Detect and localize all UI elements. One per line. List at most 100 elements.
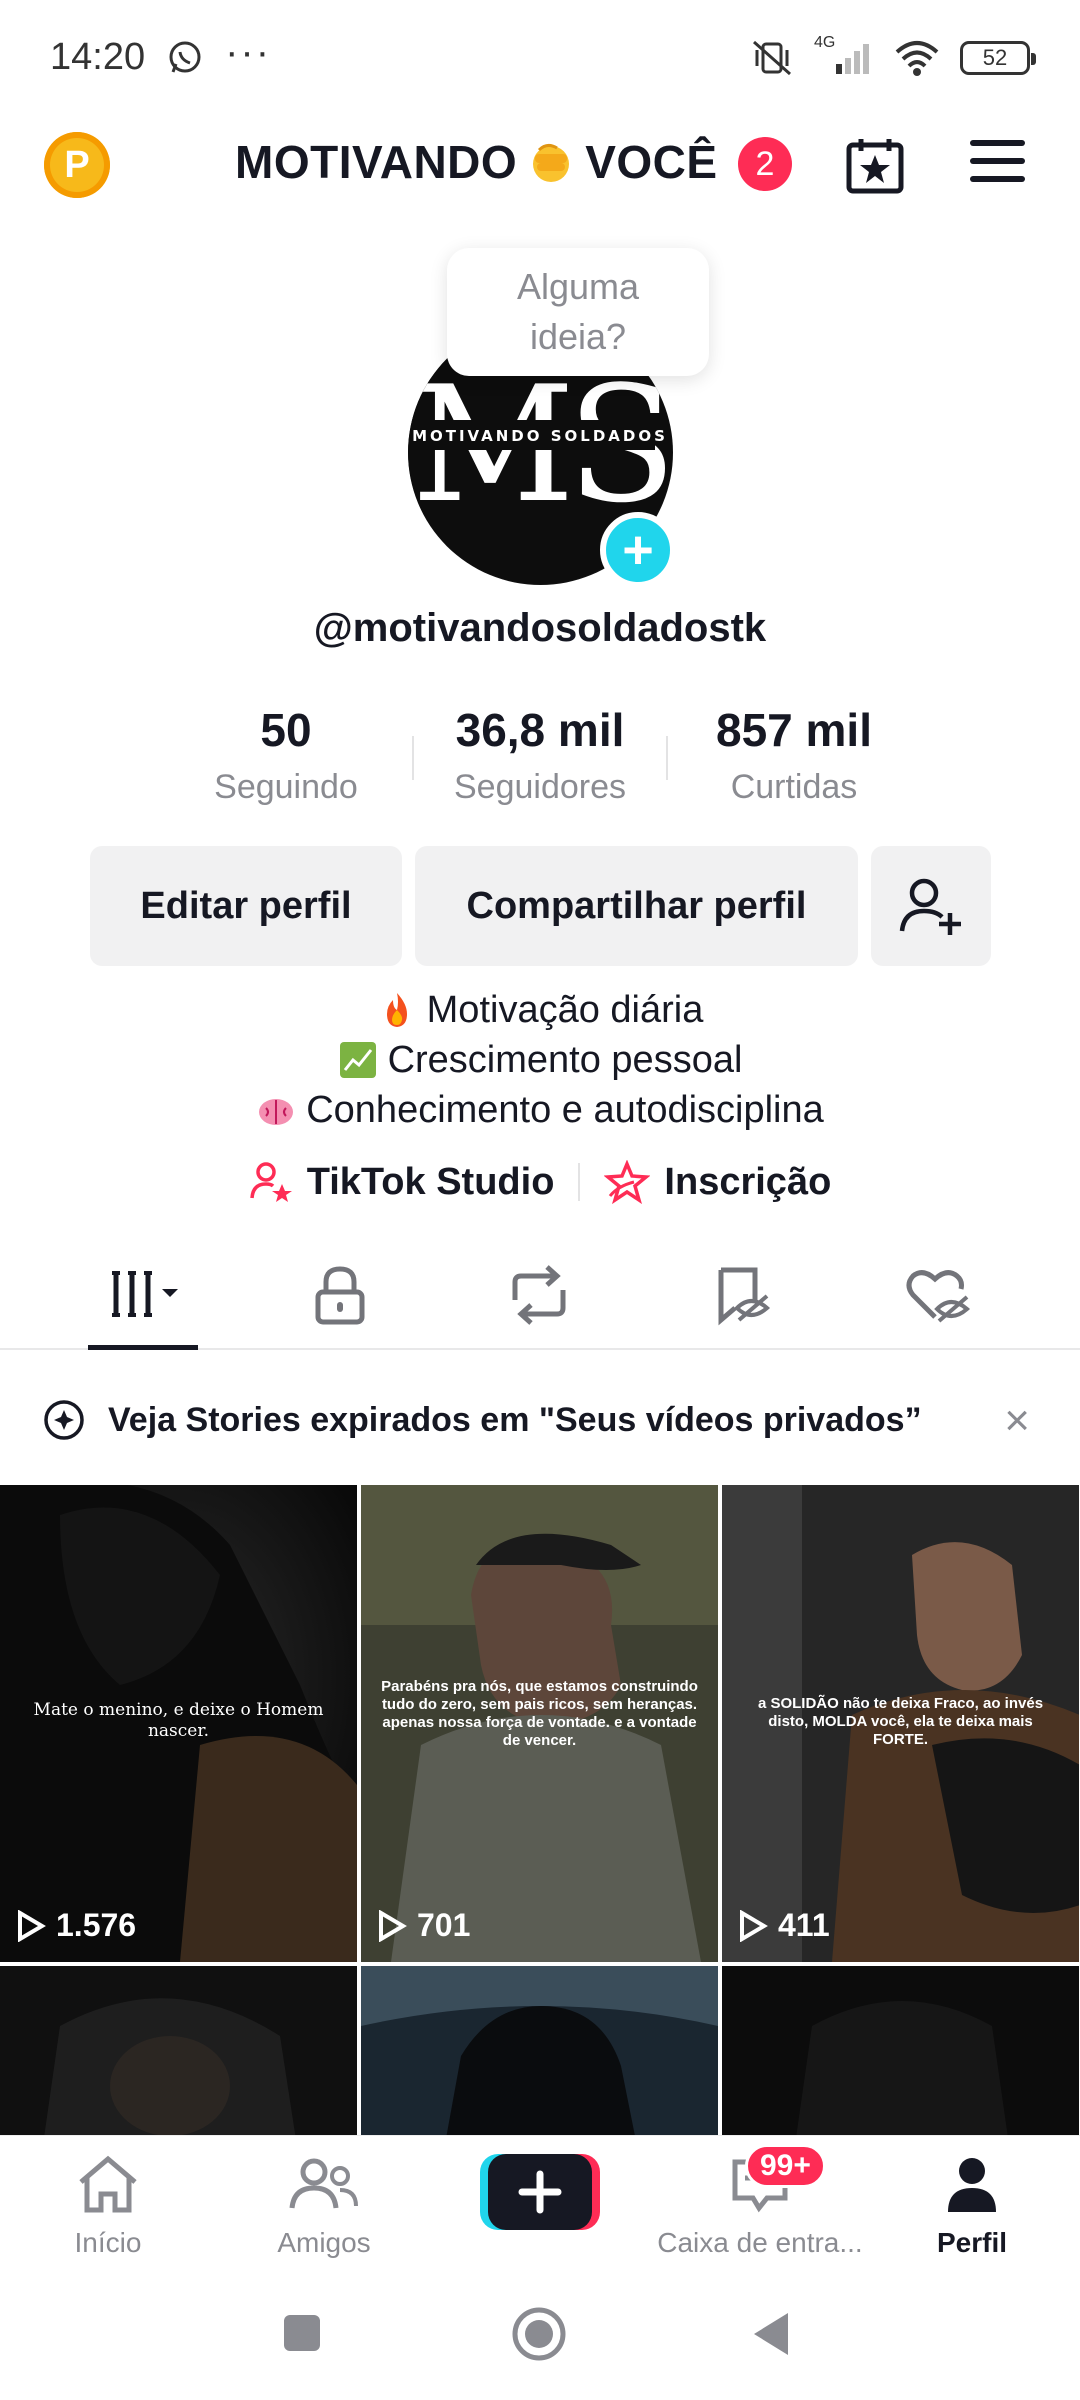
status-time: 14:20 (50, 36, 146, 78)
video-caption: a SOLIDÃO não te deixa Fraco, ao invés d… (757, 1695, 1044, 1748)
grid-videos-icon (112, 1271, 178, 1317)
video-views-count: 411 (778, 1907, 830, 1943)
play-icon (740, 1909, 768, 1942)
video-views-count: 701 (417, 1907, 471, 1943)
profile-icon (948, 2158, 996, 2212)
followers-count: 36,8 mil (455, 704, 625, 756)
tiktok-studio-label: TikTok Studio (306, 1160, 555, 1203)
account-name-left: MOTIVANDO (235, 136, 518, 188)
followers-stat[interactable]: 36,8 mil Seguidores (420, 700, 660, 807)
stories-banner[interactable]: Veja Stories expirados em "Seus vídeos p… (0, 1380, 1080, 1460)
stat-divider (666, 736, 668, 780)
home-system-button[interactable] (511, 2306, 567, 2362)
profile-header: P MOTIVANDO VOCÊ 2 (0, 115, 1080, 215)
video-views: 1.576 (16, 1907, 136, 1944)
nav-home[interactable]: Início (8, 2154, 208, 2259)
video-tile[interactable] (722, 1966, 1079, 2135)
tiktok-studio-link[interactable]: TikTok Studio (249, 1160, 555, 1204)
video-thumbnail (361, 1966, 718, 2135)
create-video-button[interactable] (480, 2152, 600, 2232)
idea-prompt-bubble[interactable]: Alguma ideia? (447, 248, 709, 376)
video-tile[interactable]: Parabéns pra nós, que estamos construind… (361, 1485, 718, 1962)
nav-friends[interactable]: Amigos (224, 2154, 424, 2259)
inbox-badge: 99+ (745, 2144, 826, 2188)
profile-bio: Motivação diária Crescimento pessoal Con… (0, 985, 1080, 1135)
following-count: 50 (260, 704, 312, 756)
video-caption: Mate o menino, e deixe o Homem nascer. (33, 1700, 324, 1741)
coin-icon: P (64, 143, 90, 186)
cell-signal-icon: 4G (814, 34, 874, 78)
play-icon (18, 1909, 46, 1942)
account-switcher[interactable]: MOTIVANDO VOCÊ (235, 135, 718, 189)
video-views: 701 (377, 1907, 470, 1944)
stories-banner-text: Veja Stories expirados em "Seus vídeos p… (108, 1400, 922, 1439)
calendar-star-icon[interactable] (845, 135, 905, 195)
video-tile[interactable]: Mate o menino, e deixe o Homem nascer. 1… (0, 1485, 357, 1962)
edit-profile-button[interactable]: Editar perfil (90, 846, 402, 966)
close-icon[interactable]: × (1004, 1396, 1030, 1446)
subscription-link[interactable]: Inscrição (604, 1160, 831, 1204)
followers-label: Seguidores (453, 768, 626, 806)
bottom-nav: Início Amigos Caixa de entra... 99+ Perf… (0, 2135, 1080, 2265)
idea-prompt-line1: Alguma (516, 266, 640, 307)
tab-reposts[interactable] (494, 1260, 584, 1330)
profile-tabs (0, 1240, 1080, 1350)
following-stat[interactable]: 50 Seguindo (166, 700, 406, 807)
stat-divider (412, 736, 414, 780)
vibrate-icon (753, 40, 791, 75)
tab-videos[interactable] (98, 1260, 188, 1330)
likes-label: Curtidas (730, 768, 858, 806)
share-profile-button[interactable]: Compartilhar perfil (415, 846, 858, 966)
brain-icon (259, 1099, 294, 1125)
back-system-button[interactable] (752, 2311, 792, 2357)
bio-text: Conhecimento e autodisciplina (306, 1089, 824, 1131)
video-views: 411 (738, 1907, 830, 1944)
tab-private[interactable] (295, 1260, 385, 1330)
whatsapp-icon (169, 41, 201, 73)
repost-icon (512, 1265, 566, 1325)
bio-text: Crescimento pessoal (387, 1039, 743, 1081)
video-views-count: 1.576 (56, 1907, 137, 1943)
video-caption: Parabéns pra nós, que estamos construind… (381, 1678, 698, 1749)
add-friends-button[interactable] (871, 846, 991, 966)
wifi-icon (895, 40, 939, 76)
battery-icon: 52 (960, 40, 1036, 75)
add-story-button[interactable]: + (600, 512, 676, 588)
fire-icon (386, 993, 407, 1027)
play-icon (379, 1909, 407, 1942)
avatar-text: MOTIVANDO SOLDADOS (412, 427, 668, 445)
system-navigation-bar (0, 2265, 1080, 2400)
menu-icon[interactable] (970, 140, 1025, 190)
video-grid: Mate o menino, e deixe o Homem nascer. 1… (0, 1485, 1080, 2135)
lock-icon (315, 1266, 365, 1325)
nav-home-label: Início (74, 2227, 142, 2258)
active-tab-indicator (88, 1345, 198, 1350)
user-star-icon (249, 1162, 292, 1202)
tab-liked[interactable] (893, 1260, 983, 1330)
video-tile[interactable] (361, 1966, 718, 2135)
account-notification-badge: 2 (738, 137, 792, 191)
idea-prompt-line2: ideia? (529, 316, 627, 357)
bio-line: Crescimento pessoal (0, 1035, 1080, 1085)
chart-icon (339, 1042, 376, 1078)
bio-line: Motivação diária (0, 985, 1080, 1035)
subscription-label: Inscrição (664, 1160, 832, 1203)
video-tile[interactable]: a SOLIDÃO não te deixa Fraco, ao invés d… (722, 1485, 1079, 1962)
flexed-fist-emoji-icon (533, 143, 570, 182)
username: @motivandosoldadostk (313, 606, 767, 650)
tab-saved[interactable] (697, 1260, 787, 1330)
video-tile[interactable] (0, 1966, 357, 2135)
following-label: Seguindo (214, 768, 358, 806)
story-plus-icon (44, 1400, 84, 1440)
friends-icon (289, 2158, 358, 2209)
recents-button[interactable] (282, 2313, 322, 2353)
nav-profile[interactable]: Perfil (872, 2154, 1072, 2259)
status-bar: 14:20 ··· 4G 52 (0, 0, 1080, 115)
subscription-star-icon (604, 1160, 651, 1204)
nav-profile-label: Perfil (936, 2227, 1008, 2258)
home-icon (79, 2155, 137, 2213)
video-thumbnail (0, 1966, 357, 2135)
coins-button[interactable]: P (44, 132, 110, 198)
nav-friends-label: Amigos (277, 2227, 371, 2258)
likes-stat[interactable]: 857 mil Curtidas (674, 700, 914, 807)
